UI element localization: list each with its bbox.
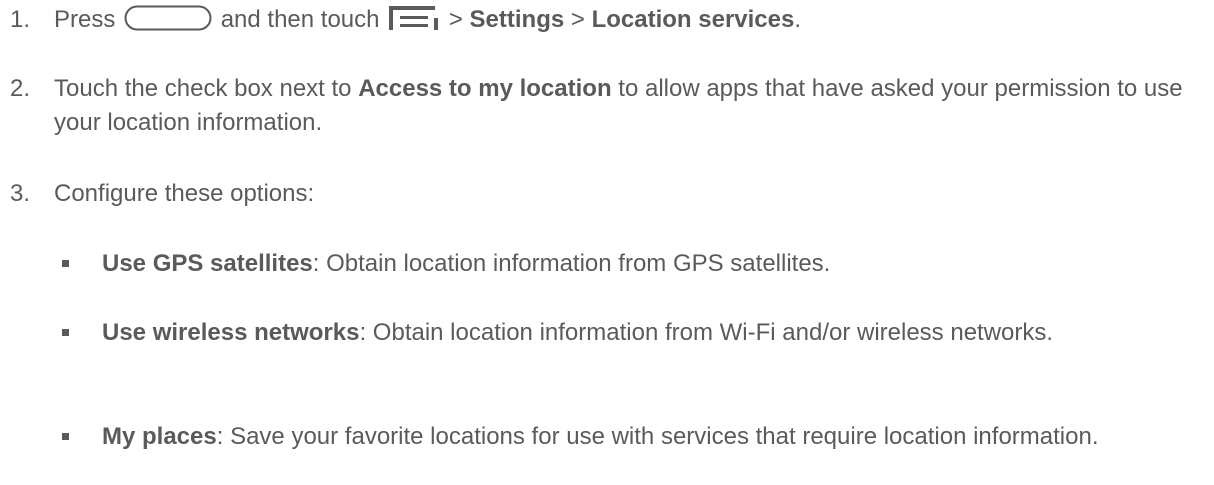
option-term: My places	[102, 423, 217, 450]
bullet-icon	[62, 433, 69, 440]
separator: >	[570, 6, 585, 33]
step-text: Configure these options:	[54, 180, 315, 207]
step-number: 3.	[10, 180, 31, 207]
step-number: 1.	[10, 6, 31, 33]
step-2: 2. Touch the check box next to Access to…	[10, 72, 1200, 140]
home-key-icon	[124, 5, 212, 31]
option-text: Use GPS satellites: Obtain location info…	[102, 247, 1192, 281]
step-3: 3. Configure these options:	[10, 177, 1200, 211]
step-text-before: Touch the check box next to	[54, 75, 352, 102]
menu-key-icon	[389, 6, 439, 30]
option-term: Use GPS satellites	[102, 250, 313, 277]
settings-label: Settings	[469, 6, 565, 33]
bullet-icon	[62, 260, 69, 267]
step-text-then: and then touch	[220, 6, 380, 33]
step-end: .	[794, 6, 802, 33]
option-item-wireless: Use wireless networks: Obtain location i…	[62, 316, 1192, 350]
bullet-icon	[62, 329, 69, 336]
step-text: Press and then touch > Settings > Locati…	[54, 3, 1200, 37]
instruction-document: 1. Press and then touch > Settings > Loc…	[0, 0, 1214, 485]
option-desc: : Obtain location information from GPS s…	[312, 250, 831, 277]
option-desc: : Obtain location information from Wi-Fi…	[359, 319, 1054, 346]
step-text: Touch the check box next to Access to my…	[54, 72, 1200, 140]
separator: >	[448, 6, 463, 33]
option-text: My places: Save your favorite locations …	[102, 420, 1192, 454]
option-item-my-places: My places: Save your favorite locations …	[62, 420, 1192, 454]
step-text-press: Press	[54, 6, 116, 33]
access-to-my-location-label: Access to my location	[358, 75, 612, 102]
step-1: 1. Press and then touch > Settings > Loc…	[10, 3, 1200, 37]
option-text: Use wireless networks: Obtain location i…	[102, 316, 1192, 350]
step-number: 2.	[10, 75, 31, 102]
option-item-gps: Use GPS satellites: Obtain location info…	[62, 247, 1192, 281]
option-term: Use wireless networks	[102, 319, 360, 346]
option-desc: : Save your favorite locations for use w…	[216, 423, 1099, 450]
location-services-label: Location services	[591, 6, 795, 33]
